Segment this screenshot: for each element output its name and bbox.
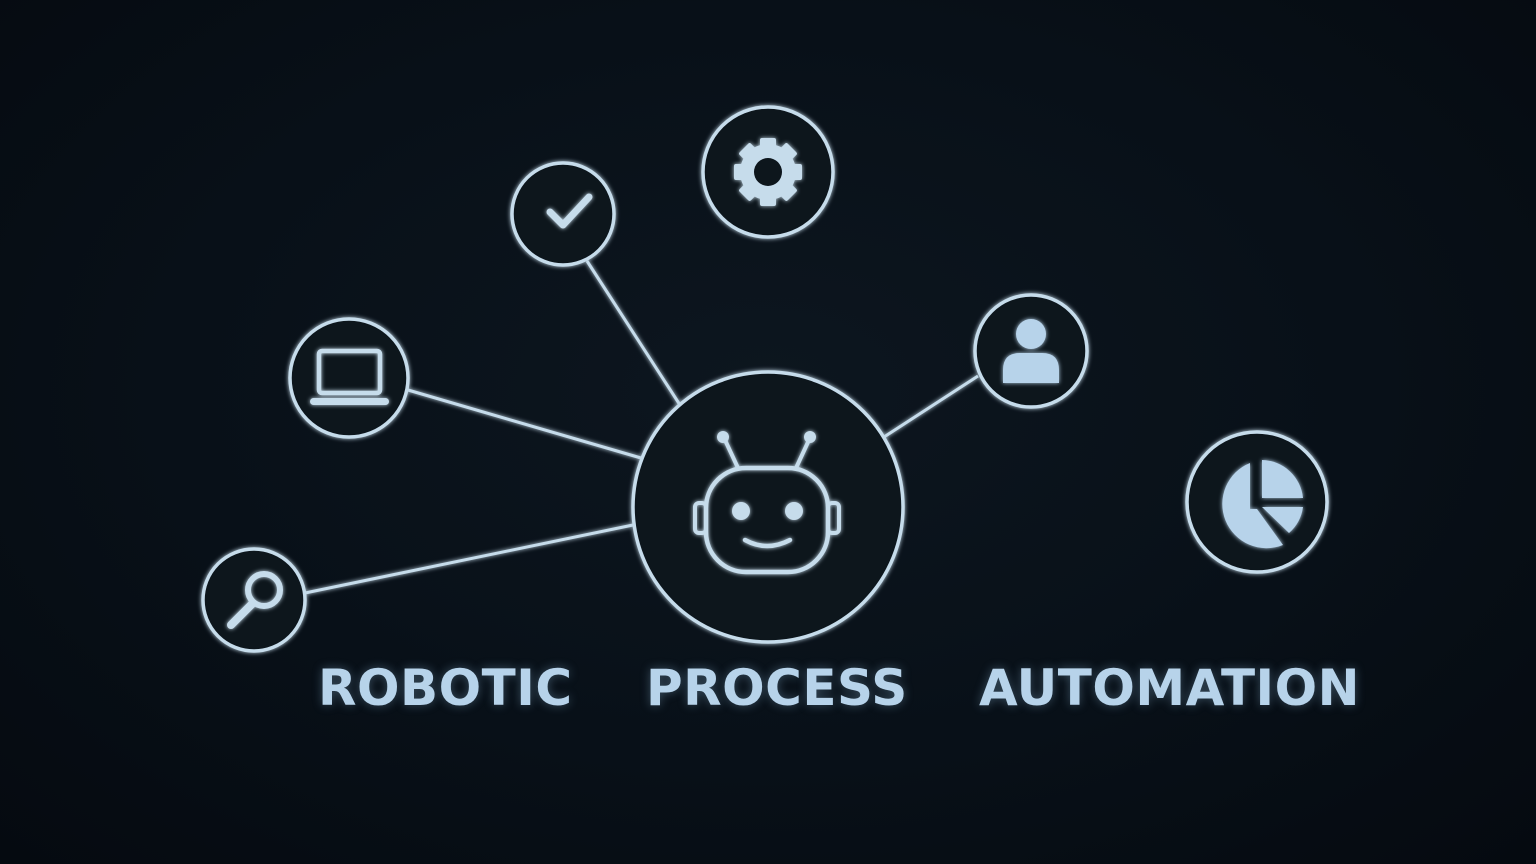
connector-user bbox=[883, 374, 979, 439]
gear-node bbox=[701, 105, 835, 239]
user-node bbox=[973, 293, 1089, 409]
connector-checkmark bbox=[585, 260, 682, 406]
title-word-automation: AUTOMATION bbox=[979, 659, 1361, 717]
hub-node bbox=[631, 370, 905, 644]
laptop-ring bbox=[288, 317, 410, 439]
hub-ring bbox=[631, 370, 905, 644]
title-word-robotic: ROBOTIC bbox=[318, 659, 573, 717]
laptop-node bbox=[288, 317, 410, 439]
gear-icon bbox=[734, 138, 802, 206]
connector-laptop bbox=[407, 388, 642, 460]
pie-chart-node bbox=[1185, 430, 1329, 574]
title-word-process: PROCESS bbox=[646, 659, 908, 717]
magnifier-node bbox=[201, 547, 307, 653]
connector-magnifier bbox=[304, 523, 634, 595]
user-ring bbox=[973, 293, 1089, 409]
checkmark-node bbox=[510, 161, 616, 267]
rpa-hub-diagram bbox=[201, 105, 1329, 653]
pie-chart-ring bbox=[1185, 430, 1329, 574]
checkmark-ring bbox=[510, 161, 616, 267]
